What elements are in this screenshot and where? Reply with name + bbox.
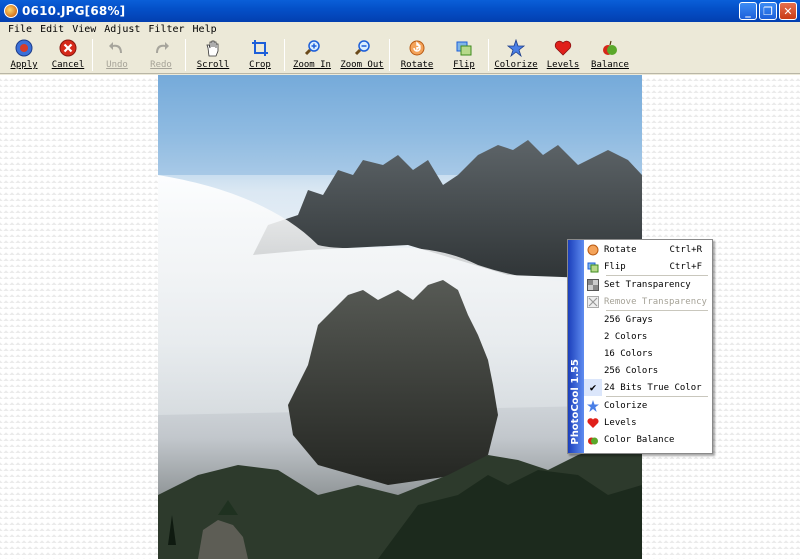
context-item-24-bits[interactable]: ✔ 24 Bits True Color (584, 379, 712, 396)
levels-icon (584, 414, 602, 431)
flip-icon (584, 258, 602, 275)
minimize-button[interactable]: _ (739, 2, 757, 20)
levels-button[interactable]: Levels (541, 36, 585, 74)
rotate-icon (407, 38, 427, 58)
checkmark-icon: ✔ (584, 379, 602, 396)
toolbar-separator (92, 39, 93, 71)
balance-icon (584, 431, 602, 448)
cancel-icon (58, 38, 78, 58)
context-item-256-colors[interactable]: 256 Colors (584, 362, 712, 379)
crop-button[interactable]: Crop (238, 36, 282, 74)
context-menu-brand: PhotoCool 1.55 (570, 359, 581, 445)
scroll-button[interactable]: Scroll (188, 36, 238, 74)
title-bar: 0610.JPG[68%] _ ❐ ✕ (0, 0, 800, 22)
zoom-out-button[interactable]: Zoom Out (337, 36, 387, 74)
close-button[interactable]: ✕ (779, 2, 797, 20)
context-item-flip[interactable]: Flip Ctrl+F (584, 258, 712, 275)
balance-button[interactable]: Balance (585, 36, 635, 74)
window-title: 0610.JPG[68%] (22, 4, 126, 18)
zoom-out-icon (352, 38, 372, 58)
context-item-color-balance[interactable]: Color Balance (584, 431, 712, 448)
zoom-in-button[interactable]: Zoom In (287, 36, 337, 74)
context-item-levels[interactable]: Levels (584, 414, 712, 431)
zoom-in-icon (302, 38, 322, 58)
toolbar-separator (488, 39, 489, 71)
transparency-icon (584, 276, 602, 293)
menu-bar: File Edit View Adjust Filter Help (0, 22, 800, 36)
apple-icon (600, 38, 620, 58)
remove-transparency-icon (584, 293, 602, 310)
cancel-button[interactable]: Cancel (46, 36, 90, 74)
context-menu: PhotoCool 1.55 Rotate Ctrl+R Flip Ctrl+F… (567, 239, 713, 454)
apply-icon (14, 38, 34, 58)
rotate-button[interactable]: Rotate (392, 36, 442, 74)
menu-view[interactable]: View (68, 24, 100, 35)
toolbar-separator (284, 39, 285, 71)
colorize-icon (584, 397, 602, 414)
rotate-icon (584, 241, 602, 258)
menu-file[interactable]: File (4, 24, 36, 35)
undo-icon (107, 38, 127, 58)
toolbar-separator (185, 39, 186, 71)
context-item-16-colors[interactable]: 16 Colors (584, 345, 712, 362)
apply-button[interactable]: Apply (2, 36, 46, 74)
maximize-button[interactable]: ❐ (759, 2, 777, 20)
menu-help[interactable]: Help (189, 24, 221, 35)
app-icon (4, 4, 18, 18)
menu-edit[interactable]: Edit (36, 24, 68, 35)
menu-filter[interactable]: Filter (144, 24, 188, 35)
toolbar: Apply Cancel Undo Redo Scroll Crop Zoom … (0, 36, 800, 74)
context-item-2-colors[interactable]: 2 Colors (584, 328, 712, 345)
crop-icon (250, 38, 270, 58)
heart-icon (553, 38, 573, 58)
context-item-colorize[interactable]: Colorize (584, 397, 712, 414)
redo-icon (151, 38, 171, 58)
context-item-rotate[interactable]: Rotate Ctrl+R (584, 241, 712, 258)
colorize-button[interactable]: Colorize (491, 36, 541, 74)
hand-icon (203, 38, 223, 58)
context-item-256-grays[interactable]: 256 Grays (584, 311, 712, 328)
menu-adjust[interactable]: Adjust (100, 24, 144, 35)
undo-button[interactable]: Undo (95, 36, 139, 74)
flip-button[interactable]: Flip (442, 36, 486, 74)
toolbar-separator (389, 39, 390, 71)
flip-icon (454, 38, 474, 58)
redo-button[interactable]: Redo (139, 36, 183, 74)
context-item-set-transparency[interactable]: Set Transparency (584, 276, 712, 293)
context-menu-brand-strip: PhotoCool 1.55 (568, 240, 584, 453)
context-item-remove-transparency[interactable]: Remove Transparency (584, 293, 712, 310)
colorize-icon (506, 38, 526, 58)
